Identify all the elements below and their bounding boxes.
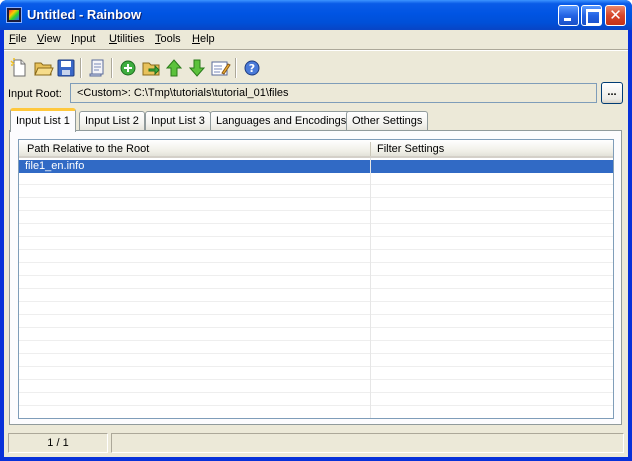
empty-row [19, 407, 613, 418]
empty-row [19, 277, 613, 289]
tab-other-settings[interactable]: Other Settings [346, 111, 429, 131]
input-root-label: Input Root: [8, 88, 62, 100]
list-header: Path Relative to the Root Filter Setting… [19, 140, 613, 158]
tab-input-list-1[interactable]: Input List 1 [10, 108, 76, 132]
empty-row [19, 381, 613, 393]
menu-view[interactable]: View [37, 33, 61, 45]
new-file-icon[interactable] [8, 57, 30, 79]
empty-row [19, 342, 613, 354]
empty-row [19, 368, 613, 380]
move-up-icon[interactable] [163, 57, 185, 79]
empty-row [19, 251, 613, 263]
tab-input-list-2[interactable]: Input List 2 [79, 111, 145, 131]
title-bar[interactable]: Untitled - Rainbow ✕ [0, 0, 632, 30]
status-position: 1 / 1 [8, 433, 108, 453]
open-folder-icon[interactable] [32, 57, 54, 79]
empty-row [19, 212, 613, 224]
empty-row [19, 355, 613, 367]
app-window: Untitled - Rainbow ✕ File View Input Uti… [0, 0, 632, 461]
maximize-button[interactable] [581, 5, 602, 26]
empty-row [19, 316, 613, 328]
minimize-button[interactable] [558, 5, 579, 26]
move-down-icon[interactable] [186, 57, 208, 79]
toolbar: ? [4, 52, 628, 82]
menu-separator [4, 49, 628, 51]
column-header-filter[interactable]: Filter Settings [377, 143, 444, 155]
menu-input[interactable]: Input [71, 33, 95, 45]
toolbar-separator [80, 58, 82, 78]
empty-row [19, 225, 613, 237]
empty-row [19, 186, 613, 198]
menu-utilities[interactable]: Utilities [109, 33, 144, 45]
tab-input-list-3[interactable]: Input List 3 [145, 111, 211, 131]
rainbow-app-icon[interactable] [6, 7, 22, 23]
help-icon[interactable]: ? [241, 57, 263, 79]
status-message [111, 433, 624, 453]
edit-properties-icon[interactable] [209, 57, 231, 79]
empty-row [19, 394, 613, 406]
svg-text:?: ? [249, 62, 255, 75]
tab-panel: Path Relative to the Root Filter Setting… [9, 130, 622, 425]
empty-row [19, 290, 613, 302]
empty-row [19, 238, 613, 250]
table-row[interactable]: file1_en.info [19, 160, 613, 173]
column-divider[interactable] [370, 142, 371, 156]
save-icon[interactable] [55, 57, 77, 79]
add-circle-icon[interactable] [117, 57, 139, 79]
input-file-list[interactable]: Path Relative to the Root Filter Setting… [18, 139, 614, 419]
close-icon: ✕ [609, 6, 622, 24]
add-file-arrow-icon[interactable] [140, 57, 162, 79]
column-grid-line [370, 158, 371, 418]
empty-row [19, 303, 613, 315]
toolbar-separator [111, 58, 113, 78]
status-bar: 1 / 1 [4, 430, 628, 457]
close-button[interactable]: ✕ [605, 5, 626, 26]
menu-file[interactable]: File [9, 33, 27, 45]
cell-path: file1_en.info [25, 160, 85, 172]
menu-tools[interactable]: Tools [155, 33, 181, 45]
edit-scroll-icon[interactable] [86, 57, 108, 79]
toolbar-separator [235, 58, 237, 78]
window-title: Untitled - Rainbow [27, 7, 142, 22]
input-root-field[interactable]: <Custom>: C:\Tmp\tutorials\tutorial_01\f… [70, 83, 597, 103]
tab-languages-and-encodings[interactable]: Languages and Encodings [210, 111, 353, 131]
browse-button[interactable]: ... [601, 82, 623, 104]
empty-row [19, 173, 613, 185]
empty-row [19, 199, 613, 211]
client-area: File View Input Utilities Tools Help ? I… [4, 30, 628, 457]
empty-row [19, 264, 613, 276]
menu-help[interactable]: Help [192, 33, 215, 45]
menu-bar: File View Input Utilities Tools Help [4, 30, 628, 49]
column-header-path[interactable]: Path Relative to the Root [27, 143, 149, 155]
empty-row [19, 329, 613, 341]
